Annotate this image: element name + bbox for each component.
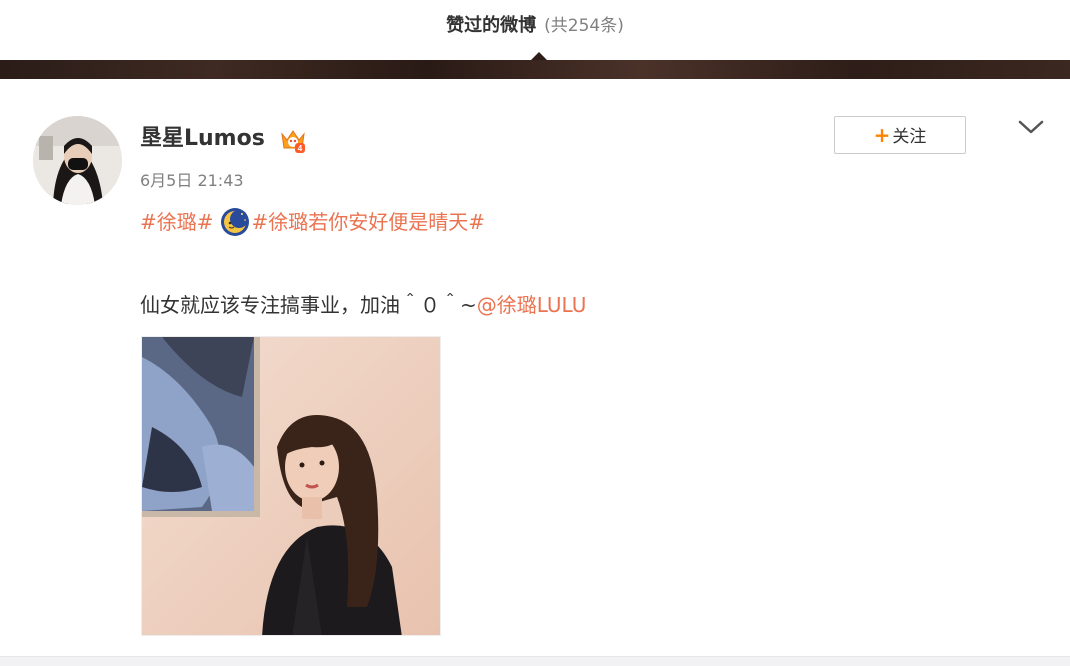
header-title-wrap: 赞过的微博 (共254条) xyxy=(0,12,1070,40)
header-banner xyxy=(0,60,1070,79)
page-title: 赞过的微博 xyxy=(446,15,537,36)
topic-link-xulu[interactable]: #徐璐# xyxy=(140,210,214,234)
post-photo[interactable] xyxy=(141,336,441,636)
follow-plus-icon: + xyxy=(873,123,891,147)
chevron-down-icon[interactable] xyxy=(1016,118,1046,136)
post-timestamp[interactable]: 6月5日 21:43 xyxy=(140,170,244,192)
liked-weibo-page: 赞过的微博 (共254条) 垦星Lumos 4 6月5日 21:43 + 关注 … xyxy=(0,0,1070,666)
card-divider xyxy=(0,656,1070,666)
vip-crown-icon: 4 xyxy=(281,130,305,153)
mention-link[interactable]: @徐璐LULU xyxy=(477,293,587,317)
liked-count: (共254条) xyxy=(544,16,624,36)
follow-button-label: 关注 xyxy=(892,127,927,147)
page-header: 赞过的微博 (共254条) xyxy=(0,0,1070,60)
follow-button[interactable]: + 关注 xyxy=(834,116,966,154)
post-photo-image xyxy=(142,337,440,635)
moon-emoji-icon xyxy=(220,208,249,236)
avatar-image xyxy=(33,116,122,205)
author-name[interactable]: 垦星Lumos xyxy=(140,124,265,154)
topics-line: #徐璐# #徐璐若你安好便是晴天# xyxy=(140,206,485,238)
topic-link-sunny[interactable]: #徐璐若你安好便是晴天# xyxy=(252,210,486,234)
author-avatar[interactable] xyxy=(33,116,122,205)
post-body-text: 仙女就应该专注搞事业，加油＾０＾~ xyxy=(140,293,477,317)
weibo-post-card: 垦星Lumos 4 6月5日 21:43 + 关注 #徐璐# #徐璐若你安好便是… xyxy=(0,80,1070,656)
svg-text:4: 4 xyxy=(298,144,303,153)
post-body: 仙女就应该专注搞事业，加油＾０＾~@徐璐LULU xyxy=(140,288,586,322)
